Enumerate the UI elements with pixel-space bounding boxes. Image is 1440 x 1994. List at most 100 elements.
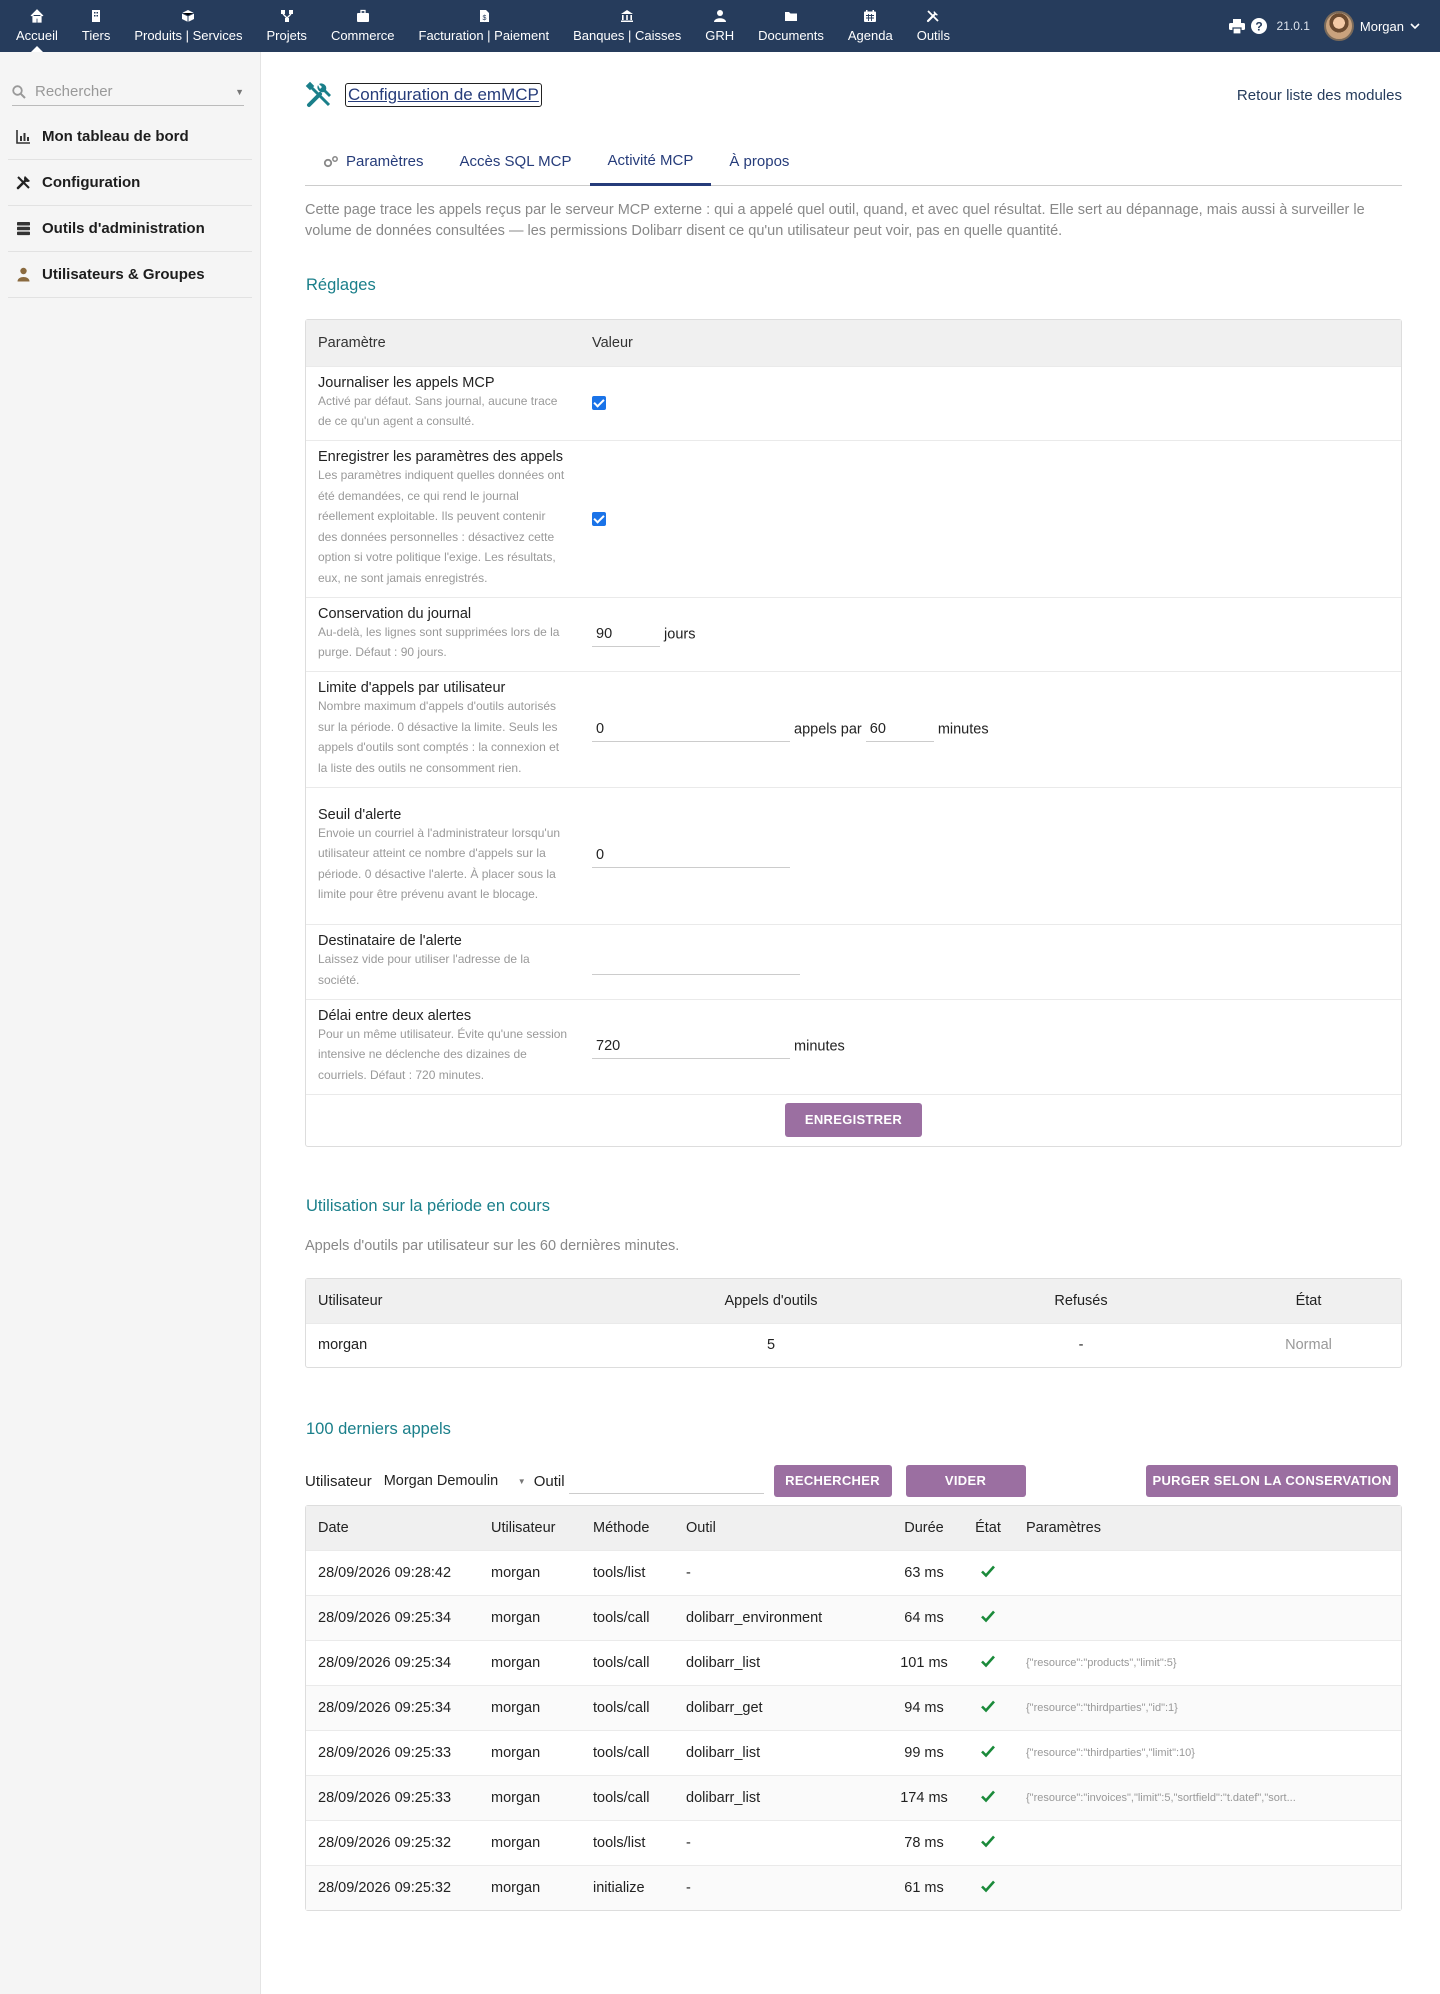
call-date: 28/09/2026 09:25:34 bbox=[306, 1639, 491, 1685]
topmenu-item-commerce[interactable]: Commerce bbox=[319, 0, 407, 52]
rate-period-input[interactable]: 60 bbox=[865, 717, 934, 742]
filter-tool-label: Outil bbox=[533, 1472, 565, 1490]
topmenu-item-tiers[interactable]: Tiers bbox=[70, 0, 122, 52]
clear-button[interactable]: VIDER bbox=[905, 1465, 1026, 1497]
search-button[interactable]: RECHERCHER bbox=[773, 1465, 892, 1497]
call-method: tools/list bbox=[593, 1549, 686, 1595]
briefcase-icon bbox=[356, 9, 369, 22]
printer-icon[interactable] bbox=[1228, 18, 1245, 34]
page-title[interactable]: Configuration de emMCP bbox=[345, 83, 542, 107]
retention-title: Conservation du journal bbox=[318, 605, 472, 622]
call-date: 28/09/2026 09:25:33 bbox=[306, 1729, 491, 1775]
log-calls-title: Journaliser les appels MCP bbox=[318, 374, 495, 391]
topmenu-item-projets[interactable]: Projets bbox=[254, 0, 318, 52]
calls-col-1: Utilisateur bbox=[491, 1506, 593, 1550]
sidebar-item-mon-tableau-de-bord[interactable]: Mon tableau de bord bbox=[8, 114, 252, 160]
tab--propos[interactable]: À propos bbox=[711, 138, 807, 185]
topmenu-label: Documents bbox=[758, 28, 824, 43]
topmenu-label: Banques | Caisses bbox=[573, 28, 682, 43]
topmenu-item-documents[interactable]: Documents bbox=[746, 0, 836, 52]
topmenu-item-produits-services[interactable]: Produits | Services bbox=[122, 0, 254, 52]
gears-icon bbox=[323, 155, 338, 167]
topmenu-label: Projets bbox=[266, 28, 307, 43]
call-method: tools/call bbox=[593, 1774, 686, 1820]
svg-text:?: ? bbox=[1255, 20, 1262, 34]
call-method: tools/call bbox=[593, 1684, 686, 1730]
purge-button[interactable]: PURGER SELON LA CONSERVATION bbox=[1146, 1465, 1398, 1497]
log-params-desc: Les paramètres indiquent quelles données… bbox=[318, 468, 565, 585]
call-tool: dolibarr_list bbox=[686, 1774, 885, 1820]
topmenu-label: GRH bbox=[705, 28, 735, 43]
caret-down-icon[interactable]: ▼ bbox=[235, 87, 244, 97]
topmenu-item-outils[interactable]: Outils bbox=[905, 0, 962, 52]
cube-icon bbox=[182, 10, 195, 22]
check-icon bbox=[981, 1745, 995, 1757]
calls-col-3: Outil bbox=[686, 1506, 885, 1550]
topmenu-item-grh[interactable]: GRH bbox=[693, 0, 746, 52]
retention-input[interactable]: 90 bbox=[592, 622, 660, 647]
main-content: Configuration de emMCP Retour liste des … bbox=[305, 52, 1402, 1911]
call-tool: - bbox=[686, 1819, 885, 1865]
top-navbar: Accueil Tiers Produits | Services Projets Co… bbox=[0, 0, 1440, 52]
call-params: {"resource":"products","limit":5} bbox=[1013, 1639, 1401, 1685]
log-params-checkbox[interactable] bbox=[592, 511, 606, 526]
filter-user-select[interactable]: Morgan Demoulin ▼ bbox=[380, 1469, 530, 1493]
tab-acc-s-sql-mcp[interactable]: Accès SQL MCP bbox=[442, 138, 590, 185]
user-avatar[interactable] bbox=[1323, 11, 1354, 41]
call-params bbox=[1013, 1864, 1401, 1910]
sidebar-search[interactable]: Rechercher ▼ bbox=[12, 78, 244, 106]
user-icon bbox=[713, 10, 726, 22]
call-user: morgan bbox=[491, 1729, 593, 1775]
call-user: morgan bbox=[491, 1639, 593, 1685]
retention-unit: jours bbox=[664, 625, 696, 642]
calls-col-2: Méthode bbox=[593, 1506, 686, 1550]
call-user: morgan bbox=[491, 1864, 593, 1910]
topmenu-item-banques-caisses[interactable]: Banques | Caisses bbox=[561, 0, 693, 52]
tab-label: Accès SQL MCP bbox=[459, 153, 572, 170]
filter-user-label: Utilisateur bbox=[305, 1472, 372, 1490]
tab-param-tres[interactable]: Paramètres bbox=[305, 138, 442, 185]
call-date: 28/09/2026 09:25:33 bbox=[306, 1774, 491, 1820]
filter-tool-input[interactable] bbox=[568, 1468, 764, 1494]
sidebar-item-configuration[interactable]: Configuration bbox=[8, 160, 252, 206]
topmenu-item-accueil[interactable]: Accueil bbox=[4, 0, 70, 52]
user-name[interactable]: Morgan bbox=[1360, 19, 1404, 34]
calls-heading: 100 derniers appels bbox=[306, 1420, 451, 1438]
alert-delay-input[interactable]: 720 bbox=[592, 1034, 790, 1059]
topmenu-item-agenda[interactable]: Agenda bbox=[836, 0, 905, 52]
log-calls-checkbox[interactable] bbox=[592, 396, 606, 411]
alert-threshold-title: Seuil d'alerte bbox=[318, 806, 402, 823]
call-tool: dolibarr_get bbox=[686, 1684, 885, 1730]
svg-text:$: $ bbox=[482, 15, 486, 22]
call-tool: dolibarr_list bbox=[686, 1729, 885, 1775]
call-method: initialize bbox=[593, 1864, 686, 1910]
calls-col-5: État bbox=[963, 1506, 1013, 1550]
usage-note: Appels d'outils par utilisateur sur les … bbox=[305, 1238, 680, 1254]
top-right-area: ? 21.0.1 Morgan bbox=[1228, 11, 1440, 41]
call-tool: dolibarr_list bbox=[686, 1639, 885, 1685]
call-duration: 174 ms bbox=[885, 1774, 963, 1820]
call-date: 28/09/2026 09:25:34 bbox=[306, 1594, 491, 1640]
call-params: {"resource":"thirdparties","limit":10} bbox=[1013, 1729, 1401, 1775]
back-to-modules-link[interactable]: Retour liste des modules bbox=[1237, 87, 1402, 104]
usage-cell: 5 bbox=[596, 1322, 946, 1367]
check-icon bbox=[981, 1610, 995, 1622]
invoice-icon: $ bbox=[479, 10, 489, 22]
tab-label: À propos bbox=[729, 153, 790, 170]
call-method: tools/list bbox=[593, 1819, 686, 1865]
sidebar-item-outils-d-administration[interactable]: Outils d'administration bbox=[8, 206, 252, 252]
help-icon[interactable]: ? bbox=[1250, 18, 1267, 34]
call-status bbox=[963, 1639, 1013, 1685]
save-button[interactable]: ENREGISTRER bbox=[785, 1103, 922, 1138]
call-status bbox=[963, 1684, 1013, 1730]
tab-activit-mcp[interactable]: Activité MCP bbox=[589, 138, 712, 186]
call-status bbox=[963, 1729, 1013, 1775]
rate-limit-input[interactable]: 0 bbox=[592, 717, 790, 742]
sidebar-item-utilisateurs-groupes[interactable]: Utilisateurs & Groupes bbox=[8, 252, 252, 298]
settings-table: Paramètre Valeur Journaliser les appels M… bbox=[305, 319, 1402, 1147]
chevron-down-icon[interactable] bbox=[1410, 22, 1420, 30]
alert-recipient-input[interactable] bbox=[592, 949, 800, 975]
alert-threshold-input[interactable]: 0 bbox=[592, 843, 790, 868]
calendar-icon bbox=[864, 10, 877, 22]
topmenu-item-facturation-paiement[interactable]: $ Facturation | Paiement bbox=[407, 0, 562, 52]
